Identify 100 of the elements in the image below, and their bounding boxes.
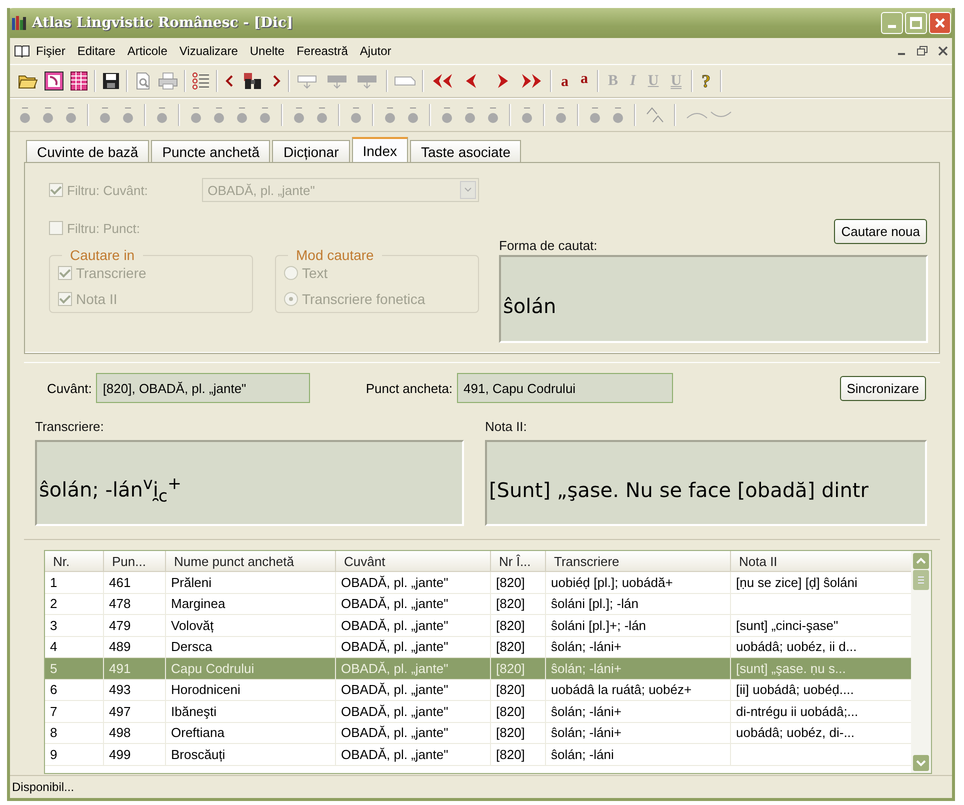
- lower-button[interactable]: a: [578, 71, 591, 91]
- table-cell: 4: [50, 639, 58, 654]
- diacritic-key-icon[interactable]: [18, 105, 32, 125]
- column-header[interactable]: Nr Î...: [490, 551, 545, 571]
- table-cell: OBADĂ, pl. „jante": [341, 596, 448, 612]
- table-row[interactable]: 9 499 Broscăuți OBADĂ, pl. „jante" [820] ŝolán; -láni: [45, 744, 911, 766]
- table-cell: 7: [50, 704, 58, 719]
- point-field[interactable]: 491, Capu Codrului: [456, 373, 673, 403]
- diacritic-key-icon[interactable]: [155, 105, 169, 125]
- table-cell: ŝolán; -láni: [551, 746, 614, 762]
- scroll-down-icon[interactable]: [913, 755, 929, 771]
- table-cell: uobádâ; uobéz, ii d...: [736, 639, 857, 654]
- column-header[interactable]: Transcriere: [545, 551, 730, 571]
- diacritic-key-icon[interactable]: [440, 105, 454, 125]
- table-cell: [820]: [496, 704, 525, 719]
- menu-item[interactable]: Vizualizare: [173, 44, 244, 58]
- table-cell: [820]: [496, 639, 525, 654]
- table-cell: ŝolán; -láni+: [551, 725, 622, 740]
- diacritic-key-icon[interactable]: [64, 105, 78, 125]
- diacritic-key-icon[interactable]: [315, 105, 329, 125]
- note-box[interactable]: [Sunt] „şase. Nu se face [obadă] dintr: [485, 440, 927, 526]
- diacritic-key-icon[interactable]: [121, 105, 135, 125]
- menu-item[interactable]: Editare: [71, 44, 122, 58]
- column-header[interactable]: Cuvânt: [335, 551, 490, 571]
- tab[interactable]: Taste asociate: [410, 140, 522, 162]
- printer-icon[interactable]: [158, 72, 178, 90]
- table-cell: ŝolán; -láni+: [551, 660, 622, 676]
- table-cell: ŝolán; -láni+: [551, 639, 622, 654]
- diacritic-key-icon[interactable]: [406, 105, 420, 125]
- diacritic-key-icon[interactable]: [98, 105, 112, 125]
- table-cell: Dersca: [171, 639, 212, 654]
- sync-button[interactable]: Sincronizare: [840, 376, 926, 400]
- menu-item[interactable]: Fişier: [30, 44, 72, 58]
- table-row[interactable]: 6 493 Horodniceni OBADĂ, pl. „jante" [820] uobádâ la ruátâ; uobéz+ [ii] uobádâ; uobéḍ....: [45, 680, 911, 701]
- column-header[interactable]: Pun...: [103, 551, 165, 571]
- table-cell: 2: [50, 596, 58, 612]
- close-icon[interactable]: [938, 46, 948, 56]
- column-header[interactable]: Nota II: [730, 551, 895, 571]
- diacritic-key-icon[interactable]: [41, 105, 55, 125]
- diacritic-key-icon[interactable]: [235, 105, 249, 125]
- table-row[interactable]: 2 478 Marginea OBADĂ, pl. „jante" [820] ŝoláni [pl.]; -lán: [45, 594, 911, 615]
- word-field[interactable]: [820], OBADĂ, pl. „jante": [96, 373, 310, 403]
- table-row[interactable]: 3 479 Volovăț OBADĂ, pl. „jante" [820] ŝoláni [pl.]+; -lán [sunt] „cinci-şase": [45, 615, 911, 636]
- blank-tag-icon[interactable]: [394, 74, 416, 88]
- menu-item[interactable]: Unelte: [244, 44, 291, 58]
- menu-item[interactable]: Fereastră: [290, 44, 354, 58]
- diacritic-key-icon[interactable]: [349, 105, 363, 125]
- binoculars-icon[interactable]: [242, 71, 264, 91]
- diacritic-key-icon[interactable]: [212, 105, 226, 125]
- maximize-button[interactable]: [905, 12, 927, 34]
- diacritic-key-icon[interactable]: [258, 105, 272, 125]
- diacritic-key-icon[interactable]: [611, 105, 625, 125]
- column-header[interactable]: Nume punct anchetă: [165, 551, 335, 571]
- close-button[interactable]: [929, 12, 951, 34]
- table-cell: Horodniceni: [171, 682, 240, 698]
- minimize-button[interactable]: [881, 12, 903, 34]
- swap-icon[interactable]: [645, 106, 665, 124]
- menu-item[interactable]: Ajutor: [354, 44, 398, 58]
- diacritic-key-icon[interactable]: [520, 105, 534, 125]
- tab[interactable]: Puncte anchetă: [151, 140, 270, 162]
- field-label: Forma de cautat:: [499, 238, 598, 253]
- table-cell: [820]: [496, 725, 525, 740]
- table-row[interactable]: 7 497 Ibăneşti OBADĂ, pl. „jante" [820] ŝolán; -láni+ di-ntrégu ii uobádâ;...: [45, 701, 911, 722]
- table-row[interactable]: 1 461 Prăleni OBADĂ, pl. „jante" [820] uobiéḍ [pl.]; uobádă+ [ṇu se zice] [ḍ] ŝoláni: [45, 572, 911, 594]
- table-cell: OBADĂ, pl. „jante": [341, 660, 448, 676]
- app-logo-icon: [11, 15, 27, 31]
- radio-label: Text: [302, 265, 328, 281]
- scroll-up-icon[interactable]: [913, 553, 929, 569]
- search-form-field[interactable]: ŝolán: [499, 255, 928, 343]
- tab[interactable]: Index: [352, 137, 408, 162]
- table-cell: 499: [109, 746, 131, 762]
- scrollbar[interactable]: [911, 551, 931, 773]
- field-label: Cuvânt:: [47, 380, 92, 396]
- scroll-thumb-icon[interactable]: [913, 570, 929, 590]
- save-icon[interactable]: [102, 72, 120, 90]
- table-cell: [820]: [496, 682, 525, 698]
- diacritic-key-icon[interactable]: [486, 105, 500, 125]
- table-cell: [820]: [496, 596, 525, 612]
- paint-icon[interactable]: [44, 71, 64, 91]
- diacritic-key-icon[interactable]: [383, 105, 397, 125]
- print-preview-icon[interactable]: [134, 72, 152, 90]
- table-cell: uobádâ la ruátâ; uobéz+: [551, 682, 692, 698]
- menu-item[interactable]: Articole: [121, 44, 174, 58]
- diacritic-key-icon[interactable]: [463, 105, 477, 125]
- list-icon[interactable]: [192, 72, 210, 90]
- diacritic-key-icon[interactable]: [292, 105, 306, 125]
- tab[interactable]: Cuvinte de bază: [26, 140, 150, 162]
- table-cell: OBADĂ, pl. „jante": [341, 682, 448, 698]
- tab[interactable]: Dicționar: [272, 140, 350, 162]
- book-icon: [14, 44, 30, 58]
- raise-button[interactable]: a: [558, 71, 572, 91]
- diacritic-key-icon[interactable]: [189, 105, 203, 125]
- column-header[interactable]: Nr.: [45, 551, 103, 571]
- diacritic-key-icon[interactable]: [588, 105, 602, 125]
- table-row[interactable]: 8 498 Oreftiana OBADĂ, pl. „jante" [820] ŝolán; -láni+ uobádâ; uobéz, di-...: [45, 722, 911, 744]
- table-cell: 461: [109, 574, 131, 590]
- diacritic-key-icon[interactable]: [554, 105, 568, 125]
- new-search-button[interactable]: Cautare noua: [834, 219, 927, 244]
- restore-icon[interactable]: [917, 46, 928, 56]
- grid-icon[interactable]: [70, 71, 88, 91]
